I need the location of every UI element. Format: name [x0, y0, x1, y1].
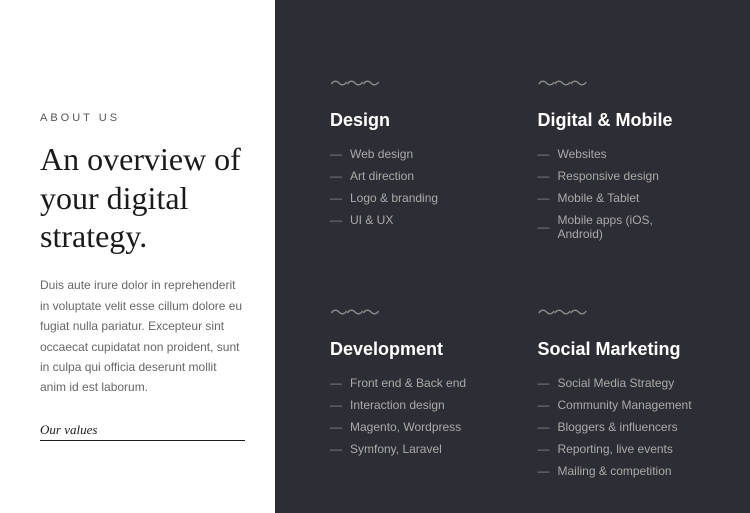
about-label: ABOUT US [40, 112, 245, 124]
list-item: UI & UX [330, 213, 488, 227]
list-item: Symfony, Laravel [330, 442, 488, 456]
list-item: Reporting, live events [538, 442, 696, 456]
design-title: Design [330, 110, 488, 131]
social-marketing-title: Social Marketing [538, 339, 696, 360]
design-section: 〜〜〜 Design Web design Art direction Logo… [305, 40, 513, 269]
list-item: Front end & Back end [330, 376, 488, 390]
list-item: Art direction [330, 169, 488, 183]
list-item: Magento, Wordpress [330, 420, 488, 434]
development-list: Front end & Back end Interaction design … [330, 376, 488, 456]
list-item: Mobile & Tablet [538, 191, 696, 205]
list-item: Social Media Strategy [538, 376, 696, 390]
digital-mobile-section: 〜〜〜 Digital & Mobile Websites Responsive… [513, 40, 721, 269]
development-title: Development [330, 339, 488, 360]
social-marketing-section: 〜〜〜 Social Marketing Social Media Strate… [513, 269, 721, 506]
description-text: Duis aute irure dolor in reprehenderit i… [40, 275, 245, 397]
right-panel: 〜〜〜 Design Web design Art direction Logo… [275, 0, 750, 513]
left-panel: ABOUT US An overview of your digital str… [0, 0, 275, 513]
digital-mobile-list: Websites Responsive design Mobile & Tabl… [538, 147, 696, 241]
list-item: Bloggers & influencers [538, 420, 696, 434]
wave-icon-social: 〜〜〜 [538, 299, 696, 325]
design-list: Web design Art direction Logo & branding… [330, 147, 488, 227]
list-item: Web design [330, 147, 488, 161]
digital-mobile-title: Digital & Mobile [538, 110, 696, 131]
main-heading: An overview of your digital strategy. [40, 140, 245, 255]
list-item: Mobile apps (iOS, Android) [538, 213, 696, 241]
our-values-link[interactable]: Our values [40, 422, 245, 441]
list-item: Websites [538, 147, 696, 161]
list-item: Responsive design [538, 169, 696, 183]
list-item: Interaction design [330, 398, 488, 412]
list-item: Community Management [538, 398, 696, 412]
wave-icon-digital: 〜〜〜 [538, 70, 696, 96]
list-item: Logo & branding [330, 191, 488, 205]
wave-icon-development: 〜〜〜 [330, 299, 488, 325]
development-section: 〜〜〜 Development Front end & Back end Int… [305, 269, 513, 506]
list-item: Mailing & competition [538, 464, 696, 478]
social-marketing-list: Social Media Strategy Community Manageme… [538, 376, 696, 478]
wave-icon-design: 〜〜〜 [330, 70, 488, 96]
